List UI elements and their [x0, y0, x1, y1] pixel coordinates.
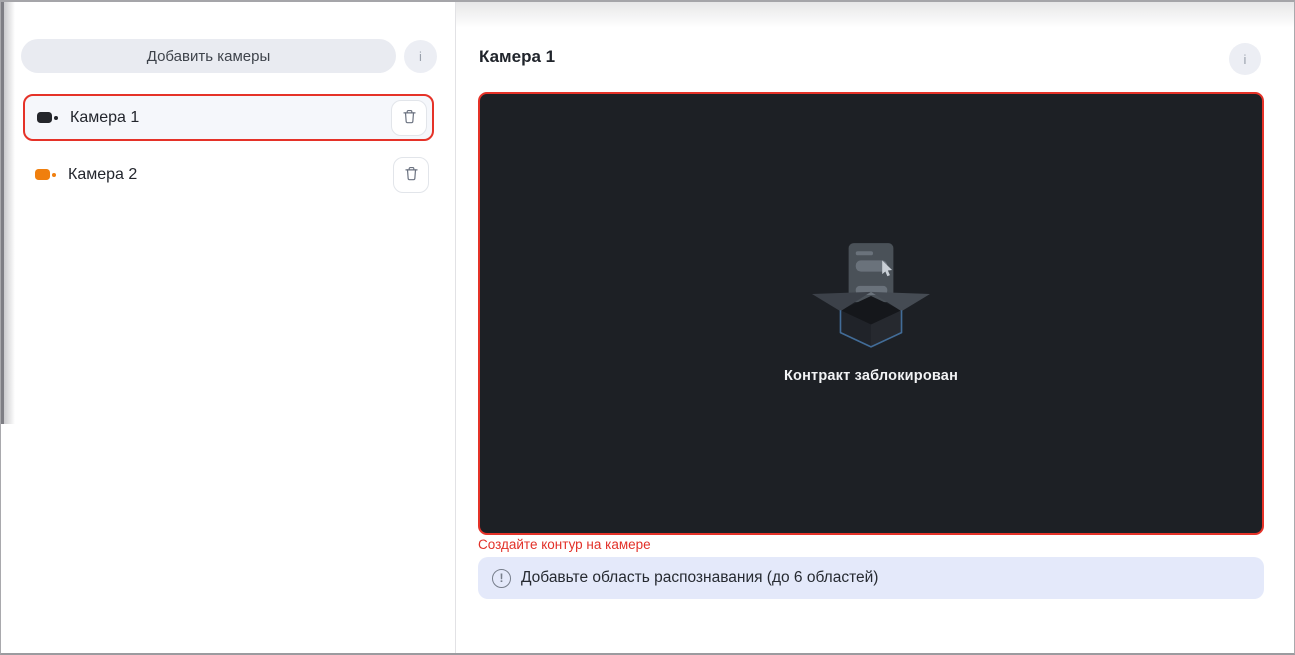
add-cameras-button[interactable]: Добавить камеры — [21, 39, 396, 73]
delete-camera-2-button[interactable] — [393, 156, 429, 193]
trash-icon — [401, 108, 418, 128]
camera-sidebar: Добавить камеры i Камера 1 Камера 2 — [1, 2, 456, 653]
camera-icon — [37, 112, 58, 123]
warning-circle-icon: ! — [492, 568, 511, 588]
camera-name: Камера 1 — [70, 108, 140, 126]
selected-camera-title: Камера 1 — [479, 47, 556, 66]
camera-setup-window: Добавить камеры i Камера 1 Камера 2 Каме… — [0, 0, 1295, 655]
left-panel-shadow — [4, 2, 15, 424]
delete-camera-1-button[interactable] — [391, 99, 427, 136]
camera-name: Камера 2 — [68, 165, 138, 183]
empty-state-message: Контракт заблокирован — [783, 368, 959, 384]
camera-list-item-2[interactable]: Камера 2 — [23, 151, 434, 198]
recognition-area-banner: ! Добавьте область распознавания (до 6 о… — [478, 557, 1264, 599]
camera-preview-area[interactable]: Контракт заблокирован — [478, 92, 1264, 535]
empty-box-icon — [812, 243, 930, 354]
add-camera-row: Добавить камеры i — [21, 39, 437, 73]
banner-text: Добавьте область распознавания (до 6 обл… — [521, 569, 879, 586]
sidebar-info-button[interactable]: i — [404, 39, 437, 73]
camera-list-item-1[interactable]: Камера 1 — [23, 94, 434, 141]
camera-info-button[interactable]: i — [1229, 43, 1261, 75]
trash-icon — [403, 165, 420, 185]
camera-icon — [35, 169, 56, 180]
left-panel-edge — [1, 2, 4, 424]
contour-error-text: Создайте контур на камере — [478, 537, 651, 552]
